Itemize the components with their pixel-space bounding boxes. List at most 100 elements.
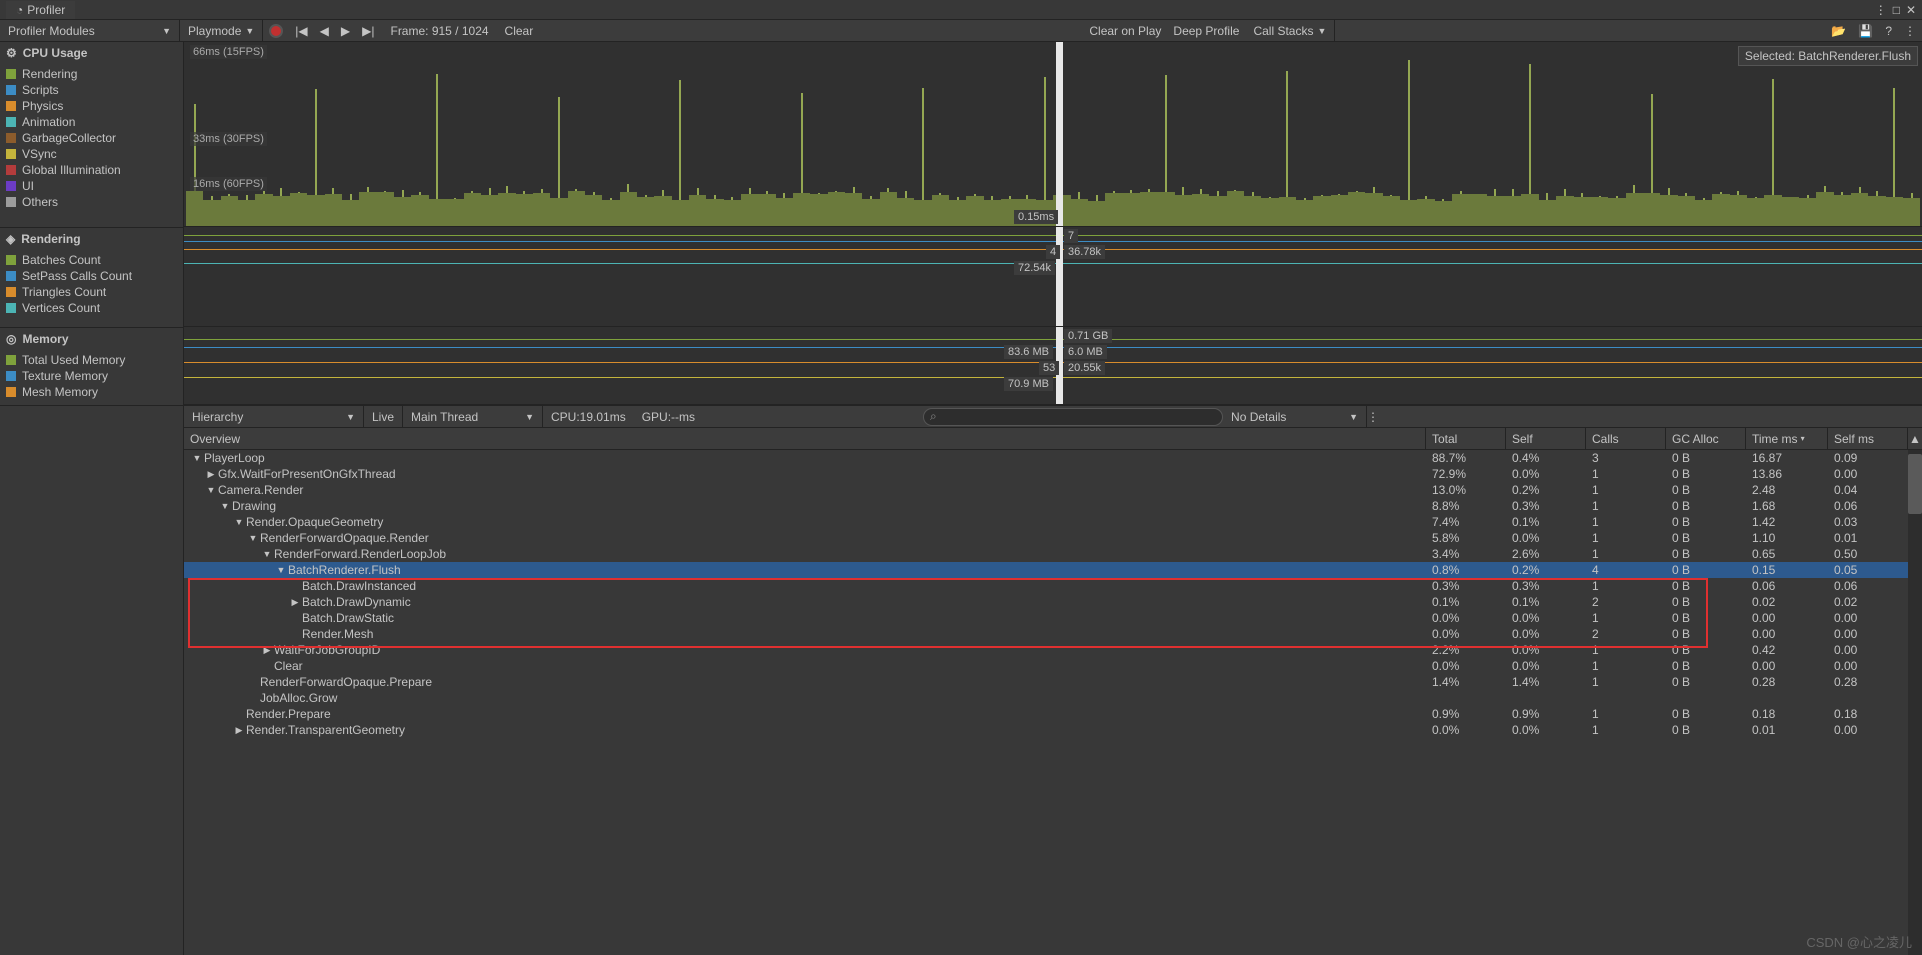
legend-item[interactable]: Global Illumination (6, 162, 177, 178)
col-self[interactable]: Self (1506, 428, 1586, 449)
scroll-thumb[interactable] (1908, 454, 1922, 514)
table-row[interactable]: JobAlloc.Grow (184, 690, 1922, 706)
foldout-icon[interactable]: ▶ (206, 469, 216, 480)
col-selfms[interactable]: Self ms (1828, 428, 1908, 449)
table-row[interactable]: Render.Prepare0.9%0.9%10 B0.180.18 (184, 706, 1922, 722)
value-badge: 7 (1064, 229, 1078, 243)
table-row[interactable]: ▶Gfx.WaitForPresentOnGfxThread72.9%0.0%1… (184, 466, 1922, 482)
rendering-chart[interactable]: 7436.78k72.54k (184, 227, 1922, 327)
foldout-icon[interactable]: ▼ (248, 533, 258, 543)
cell-calls: 1 (1586, 643, 1666, 657)
foldout-icon[interactable]: ▼ (220, 501, 230, 511)
clear-on-play-button[interactable]: Clear on Play (1083, 20, 1167, 41)
legend-item[interactable]: Vertices Count (6, 300, 177, 316)
sort-icon[interactable]: ▲ (1908, 432, 1922, 446)
table-row[interactable]: Render.Mesh0.0%0.0%20 B0.000.00 (184, 626, 1922, 642)
legend-item[interactable]: Physics (6, 98, 177, 114)
frame-cursor[interactable] (1056, 42, 1063, 226)
table-row[interactable]: ▼PlayerLoop88.7%0.4%30 B16.870.09 (184, 450, 1922, 466)
thread-dropdown[interactable]: Main Thread▼ (403, 406, 543, 427)
table-row[interactable]: Clear0.0%0.0%10 B0.000.00 (184, 658, 1922, 674)
legend-item[interactable]: Scripts (6, 82, 177, 98)
legend-item[interactable]: Texture Memory (6, 368, 177, 384)
table-row[interactable]: ▼Camera.Render13.0%0.2%10 B2.480.04 (184, 482, 1922, 498)
legend-item[interactable]: Animation (6, 114, 177, 130)
menu-icon[interactable]: ⋮ (1898, 20, 1922, 41)
cpu-module[interactable]: ⚙CPU Usage RenderingScriptsPhysicsAnimat… (0, 42, 183, 228)
legend-item[interactable]: UI (6, 178, 177, 194)
window-tab[interactable]: ◔ Profiler (6, 1, 75, 19)
legend-item[interactable]: VSync (6, 146, 177, 162)
playmode-dropdown[interactable]: Playmode▼ (180, 20, 263, 41)
table-row[interactable]: Batch.DrawInstanced0.3%0.3%10 B0.060.06 (184, 578, 1922, 594)
foldout-icon[interactable]: ▼ (276, 565, 286, 575)
cell-self: 0.1% (1506, 515, 1586, 529)
details-dropdown[interactable]: No Details▼ (1223, 406, 1367, 427)
foldout-icon[interactable]: ▼ (192, 453, 202, 463)
frame-next-button[interactable]: ▶ (335, 20, 356, 41)
gpu-time-label: GPU:--ms (634, 410, 703, 424)
table-row[interactable]: ▼RenderForwardOpaque.Render5.8%0.0%10 B1… (184, 530, 1922, 546)
cell-total: 72.9% (1426, 467, 1506, 481)
record-button[interactable] (263, 20, 289, 41)
col-calls[interactable]: Calls (1586, 428, 1666, 449)
cell-self: 0.0% (1506, 531, 1586, 545)
deep-profile-button[interactable]: Deep Profile (1167, 20, 1245, 41)
legend-item[interactable]: Rendering (6, 66, 177, 82)
menu-icon[interactable]: ⋮ (1367, 410, 1379, 424)
scrollbar[interactable] (1908, 450, 1922, 955)
legend-item[interactable]: GarbageCollector (6, 130, 177, 146)
col-overview[interactable]: Overview (184, 428, 1426, 449)
col-gc[interactable]: GC Alloc (1666, 428, 1746, 449)
clear-button[interactable]: Clear (499, 20, 540, 41)
col-time[interactable]: Time ms▾ (1746, 428, 1828, 449)
legend-item[interactable]: Others (6, 194, 177, 210)
table-row[interactable]: ▶Batch.DrawDynamic0.1%0.1%20 B0.020.02 (184, 594, 1922, 610)
legend-item[interactable]: Triangles Count (6, 284, 177, 300)
chevron-down-icon: ▼ (346, 412, 355, 422)
frame-cursor[interactable] (1056, 227, 1063, 326)
frame-prev-button[interactable]: ◀ (314, 20, 335, 41)
save-icon[interactable]: 💾 (1852, 20, 1879, 41)
search-input[interactable] (923, 408, 1223, 426)
frame-first-button[interactable]: |◀ (289, 20, 313, 41)
memory-chart[interactable]: 0.71 GB83.6 MB6.0 MB5320.55k70.9 MB (184, 327, 1922, 405)
cell-self: 0.0% (1506, 627, 1586, 641)
table-row[interactable]: ▼Drawing8.8%0.3%10 B1.680.06 (184, 498, 1922, 514)
legend-item[interactable]: SetPass Calls Count (6, 268, 177, 284)
foldout-icon[interactable]: ▼ (206, 485, 216, 495)
maximize-icon[interactable]: □ (1893, 3, 1900, 17)
foldout-icon[interactable]: ▶ (234, 725, 244, 736)
legend-item[interactable]: Mesh Memory (6, 384, 177, 400)
table-row[interactable]: ▼Render.OpaqueGeometry7.4%0.1%10 B1.420.… (184, 514, 1922, 530)
foldout-icon[interactable]: ▶ (262, 645, 272, 656)
cell-self: 2.6% (1506, 547, 1586, 561)
table-row[interactable]: ▶Render.TransparentGeometry0.0%0.0%10 B0… (184, 722, 1922, 738)
load-icon[interactable]: 📂 (1825, 20, 1852, 41)
foldout-icon[interactable]: ▶ (290, 597, 300, 608)
call-stacks-dropdown[interactable]: Call Stacks▼ (1245, 20, 1335, 41)
table-row[interactable]: ▼RenderForward.RenderLoopJob3.4%2.6%10 B… (184, 546, 1922, 562)
table-row[interactable]: Batch.DrawStatic0.0%0.0%10 B0.000.00 (184, 610, 1922, 626)
legend-item[interactable]: Total Used Memory (6, 352, 177, 368)
close-icon[interactable]: ✕ (1906, 3, 1916, 17)
color-swatch (6, 197, 16, 207)
rendering-module[interactable]: ◈Rendering Batches CountSetPass Calls Co… (0, 228, 183, 328)
live-toggle[interactable]: Live (364, 406, 403, 427)
help-icon[interactable]: ? (1879, 20, 1898, 41)
cursor-value: 0.15ms (1014, 210, 1058, 224)
profiler-modules-dropdown[interactable]: Profiler Modules▼ (0, 20, 180, 41)
legend-item[interactable]: Batches Count (6, 252, 177, 268)
table-row[interactable]: RenderForwardOpaque.Prepare1.4%1.4%10 B0… (184, 674, 1922, 690)
cpu-chart[interactable]: 66ms (15FPS)33ms (30FPS)16ms (60FPS) 0.1… (184, 42, 1922, 227)
foldout-icon[interactable]: ▼ (262, 549, 272, 559)
chevron-down-icon: ▼ (1317, 26, 1326, 36)
frame-last-button[interactable]: ▶| (356, 20, 380, 41)
table-row[interactable]: ▶WaitForJobGroupID2.2%0.0%10 B0.420.00 (184, 642, 1922, 658)
col-total[interactable]: Total (1426, 428, 1506, 449)
foldout-icon[interactable]: ▼ (234, 517, 244, 527)
view-mode-dropdown[interactable]: Hierarchy▼ (184, 406, 364, 427)
memory-module[interactable]: ◎Memory Total Used MemoryTexture MemoryM… (0, 328, 183, 406)
table-row[interactable]: ▼BatchRenderer.Flush0.8%0.2%40 B0.150.05 (184, 562, 1922, 578)
menu-icon[interactable]: ⋮ (1875, 3, 1887, 17)
